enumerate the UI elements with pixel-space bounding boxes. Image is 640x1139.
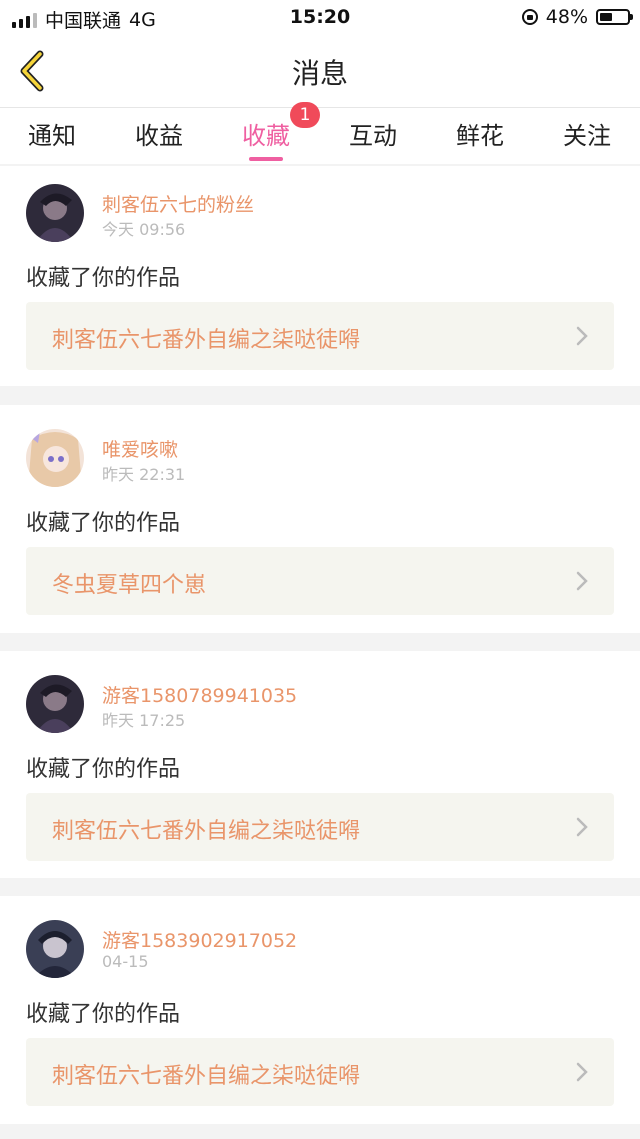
avatar-image <box>26 429 84 487</box>
tab-notifications[interactable]: 通知 <box>28 116 76 151</box>
tab-label: 互动 <box>349 122 397 150</box>
message-card: 游客1583902917052 04-15 收藏了你的作品 刺客伍六七番外自编之… <box>0 896 640 1124</box>
avatar[interactable] <box>26 920 84 978</box>
work-link[interactable]: 刺客伍六七番外自编之柒哒徒嘚 <box>26 1038 614 1106</box>
message-card: 刺客伍六七的粉丝 今天 09:56 收藏了你的作品 刺客伍六七番外自编之柒哒徒嘚 <box>0 166 640 386</box>
status-bar: 中国联通 4G 15:20 48% <box>0 0 640 34</box>
avatar-image <box>26 920 84 978</box>
avatar[interactable] <box>26 429 84 487</box>
battery-percent: 48% <box>545 6 588 28</box>
chevron-right-icon <box>576 1062 588 1082</box>
tab-label: 鲜花 <box>456 122 504 150</box>
chevron-right-icon <box>576 817 588 837</box>
work-link[interactable]: 刺客伍六七番外自编之柒哒徒嘚 <box>26 793 614 861</box>
action-text: 收藏了你的作品 <box>26 511 181 536</box>
page-title: 消息 <box>291 57 348 90</box>
avatar-image <box>26 184 84 242</box>
message-time: 昨天 17:25 <box>102 711 186 730</box>
avatar-image <box>26 675 84 733</box>
user-name[interactable]: 唯爱咳嗽 <box>102 435 178 462</box>
rotation-lock-icon <box>521 9 538 25</box>
chevron-right-icon <box>576 326 588 346</box>
message-card: 游客1580789941035 昨天 17:25 收藏了你的作品 刺客伍六七番外… <box>0 651 640 878</box>
action-text: 收藏了你的作品 <box>26 1002 181 1027</box>
user-name[interactable]: 游客1583902917052 <box>102 926 297 953</box>
message-time: 今天 09:56 <box>102 220 186 239</box>
tab-interactions[interactable]: 互动 <box>349 116 397 151</box>
tab-favorites[interactable]: 收藏 1 <box>242 102 320 161</box>
avatar[interactable] <box>26 184 84 242</box>
message-time: 04-15 <box>102 952 149 971</box>
tab-flowers[interactable]: 鲜花 <box>456 116 504 151</box>
tab-bar: 通知 收益 收藏 1 互动 鲜花 关注 <box>0 102 640 164</box>
message-card: 唯爱咳嗽 昨天 22:31 收藏了你的作品 冬虫夏草四个崽 <box>0 405 640 633</box>
tab-following[interactable]: 关注 <box>563 116 611 151</box>
chevron-right-icon <box>576 571 588 591</box>
tab-label: 收藏 <box>242 122 290 150</box>
tab-earnings[interactable]: 收益 <box>135 116 183 151</box>
tab-label: 收益 <box>135 122 183 150</box>
user-name[interactable]: 刺客伍六七的粉丝 <box>102 190 254 217</box>
work-title: 刺客伍六七番外自编之柒哒徒嘚 <box>52 1064 361 1089</box>
message-time: 昨天 22:31 <box>102 465 186 484</box>
tab-label: 关注 <box>563 122 611 150</box>
action-text: 收藏了你的作品 <box>26 266 181 291</box>
nav-bar: 消息 <box>0 34 640 108</box>
unread-badge: 1 <box>290 102 320 128</box>
work-title: 刺客伍六七番外自编之柒哒徒嘚 <box>52 819 361 844</box>
work-link[interactable]: 刺客伍六七番外自编之柒哒徒嘚 <box>26 302 614 370</box>
active-tab-indicator <box>249 157 283 161</box>
work-link[interactable]: 冬虫夏草四个崽 <box>26 547 614 615</box>
action-text: 收藏了你的作品 <box>26 757 181 782</box>
work-title: 刺客伍六七番外自编之柒哒徒嘚 <box>52 328 361 353</box>
status-right: 48% <box>521 6 633 28</box>
avatar[interactable] <box>26 675 84 733</box>
work-title: 冬虫夏草四个崽 <box>52 573 207 598</box>
tab-label: 通知 <box>28 122 76 150</box>
user-name[interactable]: 游客1580789941035 <box>102 681 297 708</box>
battery-icon <box>596 9 633 25</box>
